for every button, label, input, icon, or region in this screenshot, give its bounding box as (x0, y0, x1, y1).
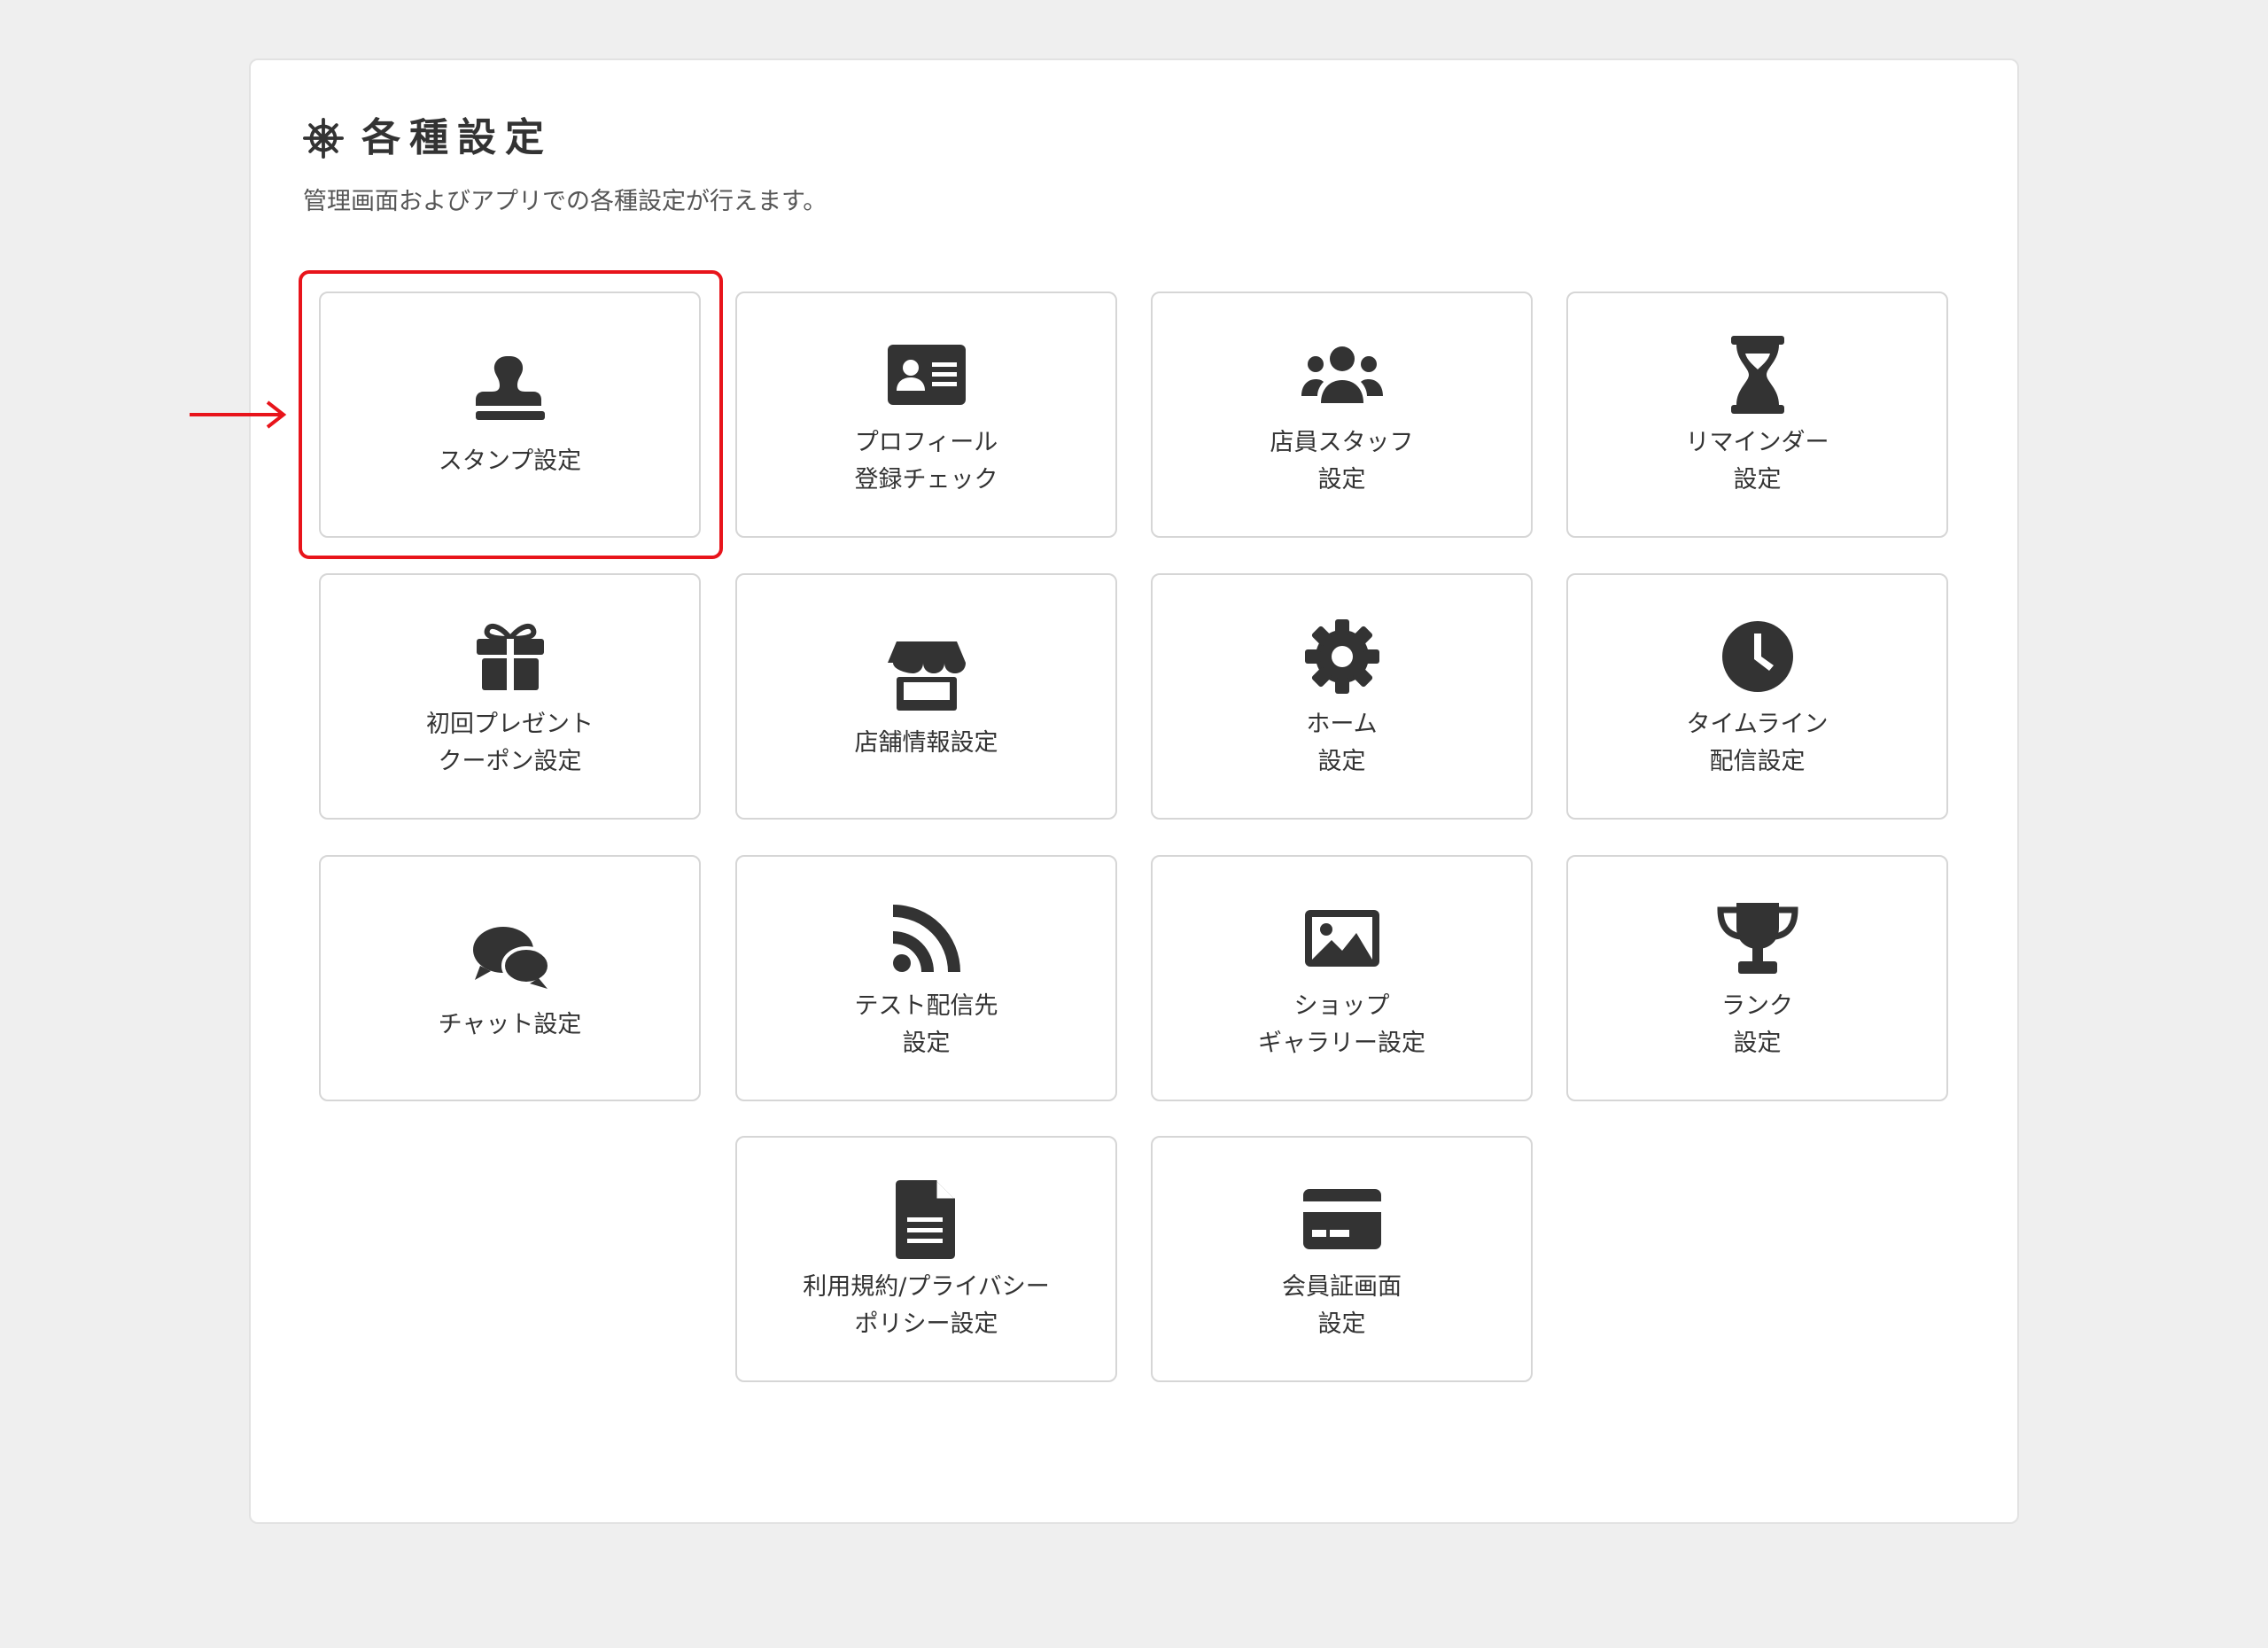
card-store-info[interactable]: 店舗情報設定 (735, 573, 1117, 820)
card-label: テスト配信先 設定 (854, 992, 998, 1057)
card-label: スタンプ設定 (438, 447, 582, 475)
ship-wheel-icon (303, 118, 344, 159)
card-label: ホーム 設定 (1306, 711, 1378, 775)
clock-icon (1721, 621, 1793, 692)
stamp-icon (475, 356, 545, 420)
card-label: ショップ ギャラリー設定 (1258, 992, 1425, 1057)
card-label: ランク 設定 (1721, 992, 1793, 1057)
card-member-card-screen[interactable]: 会員証画面 設定 (1151, 1136, 1533, 1382)
card-label: 会員証画面 設定 (1282, 1273, 1402, 1338)
credit-card-icon (1302, 1189, 1381, 1249)
trophy-icon (1716, 903, 1798, 974)
card-stamp-settings[interactable]: スタンプ設定 (319, 292, 701, 538)
hourglass-icon (1730, 336, 1784, 414)
card-label: 初回プレゼント クーポン設定 (426, 711, 594, 775)
card-first-present-coupon[interactable]: 初回プレゼント クーポン設定 (319, 573, 701, 820)
card-terms-privacy[interactable]: 利用規約/プライバシー ポリシー設定 (735, 1136, 1117, 1382)
card-staff-settings[interactable]: 店員スタッフ 設定 (1151, 292, 1533, 538)
page-header: 各種設定 (303, 113, 553, 163)
card-timeline-settings[interactable]: タイムライン 配信設定 (1566, 573, 1948, 820)
card-home-settings[interactable]: ホーム 設定 (1151, 573, 1533, 820)
page-title: 各種設定 (361, 115, 553, 160)
card-label: 利用規約/プライバシー ポリシー設定 (803, 1273, 1050, 1338)
store-icon (887, 641, 966, 711)
card-label: プロフィール 登録チェック (854, 429, 998, 494)
gear-icon (1304, 619, 1379, 694)
card-label: チャット設定 (438, 1011, 582, 1038)
card-rank-settings[interactable]: ランク 設定 (1566, 855, 1948, 1101)
document-icon (895, 1180, 955, 1259)
users-icon (1301, 346, 1383, 403)
card-test-delivery[interactable]: テスト配信先 設定 (735, 855, 1117, 1101)
card-label: 店舗情報設定 (854, 729, 998, 757)
card-profile-check[interactable]: プロフィール 登録チェック (735, 292, 1117, 538)
rss-icon (892, 905, 960, 972)
image-icon (1304, 910, 1379, 967)
card-reminder-settings[interactable]: リマインダー 設定 (1566, 292, 1948, 538)
page-subtitle: 管理画面およびアプリでの各種設定が行えます。 (303, 188, 827, 215)
arrow-right-icon (190, 400, 287, 429)
card-label: タイムライン 配信設定 (1686, 711, 1829, 775)
card-label: 店員スタッフ 設定 (1270, 429, 1414, 494)
card-shop-gallery[interactable]: ショップ ギャラリー設定 (1151, 855, 1533, 1101)
chat-bubbles-icon (472, 927, 551, 989)
id-card-icon (887, 345, 966, 405)
card-label: リマインダー 設定 (1685, 429, 1829, 494)
card-chat-settings[interactable]: チャット設定 (319, 855, 701, 1101)
gift-icon (476, 623, 544, 690)
